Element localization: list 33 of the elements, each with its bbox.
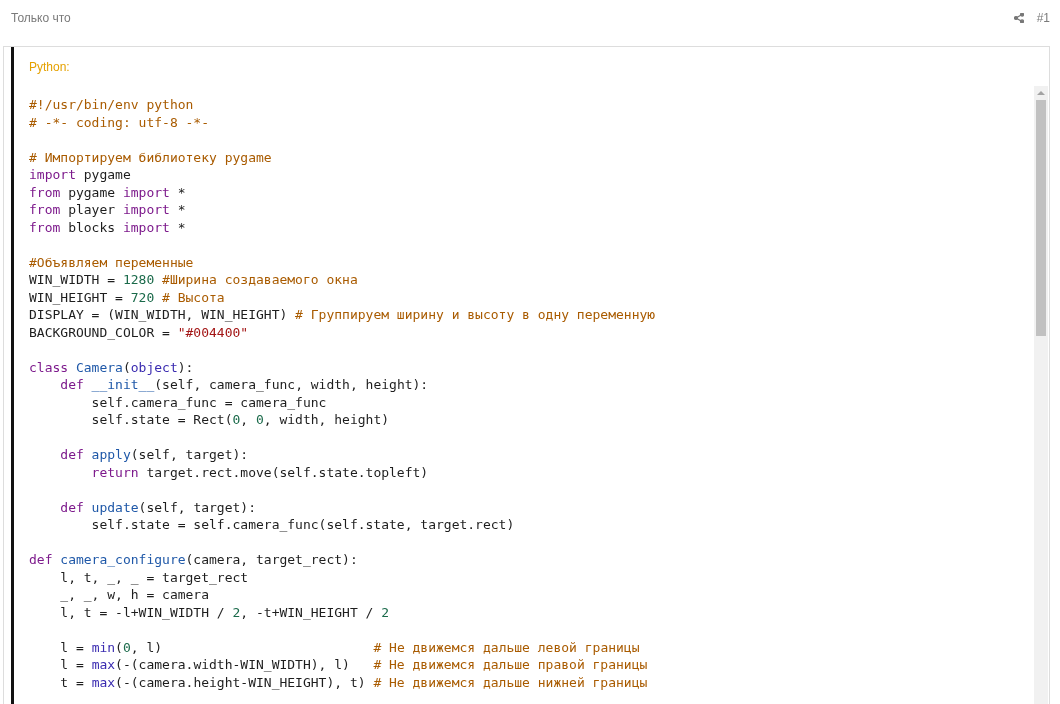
code-line: WIN_WIDTH = 1280 #Ширина создаваемого окна [29, 271, 359, 289]
code-line: #Объявляем переменные [29, 253, 195, 271]
code-line: l, t = -l+WIN_WIDTH / 2, -t+WIN_HEIGHT / 2 [59, 603, 391, 621]
code-line: def update(self, target): [59, 498, 257, 516]
code-line: self.camera_func = camera_func [90, 393, 328, 411]
code-line: # -*- coding: utf-8 -*- [29, 113, 210, 131]
code-line: from blocks import * [29, 218, 187, 236]
post-time: Только что [11, 11, 72, 25]
code-line: l = min(0, l) # Не движемся дальше левой границы [59, 638, 641, 656]
code-line: def camera_configure(camera, target_rect): [29, 551, 359, 569]
code-line: return target.rect.move(self.state.topleft) [90, 463, 430, 481]
code-line: def apply(self, target): [59, 446, 250, 464]
scrollbar[interactable] [1034, 86, 1048, 704]
code-line: l = max(-(camera.width-WIN_WIDTH), l) # Не движемся дальше правой границы [59, 656, 649, 674]
code-line: class Camera(object): [29, 358, 195, 376]
scrollbar-thumb[interactable] [1036, 100, 1046, 336]
post-number-link[interactable]: #1 [1036, 11, 1050, 25]
share-icon[interactable] [1013, 13, 1024, 23]
code-line: BACKGROUND_COLOR = "#004400" [29, 323, 250, 341]
code-line: from pygame import * [29, 183, 187, 201]
code-language-label: Python: [29, 59, 71, 76]
code-line: self.state = self.camera_func(self.state, target.rect) [90, 516, 516, 534]
code-line: l, t, _, _ = target_rect [59, 568, 250, 586]
code-line: #!/usr/bin/env python [29, 96, 195, 114]
code-line: # Импортируем библиотеку pygame [29, 148, 273, 166]
code-line: _, _, w, h = camera [59, 586, 210, 604]
code-line: def __init__(self, camera_func, width, height): [59, 376, 430, 394]
code-line: import pygame [29, 166, 132, 184]
code-line: self.state = Rect(0, 0, width, height) [90, 411, 391, 429]
code-line: DISPLAY = (WIN_WIDTH, WIN_HEIGHT) # Группируем ширину и высоту в одну переменную [29, 306, 657, 324]
code-line: WIN_HEIGHT = 720 # Высота [29, 288, 226, 306]
code-line: t = max(-(camera.height-WIN_HEIGHT), t) # Не движемся дальше нижней границы [59, 673, 649, 691]
code-line: from player import * [29, 201, 187, 219]
